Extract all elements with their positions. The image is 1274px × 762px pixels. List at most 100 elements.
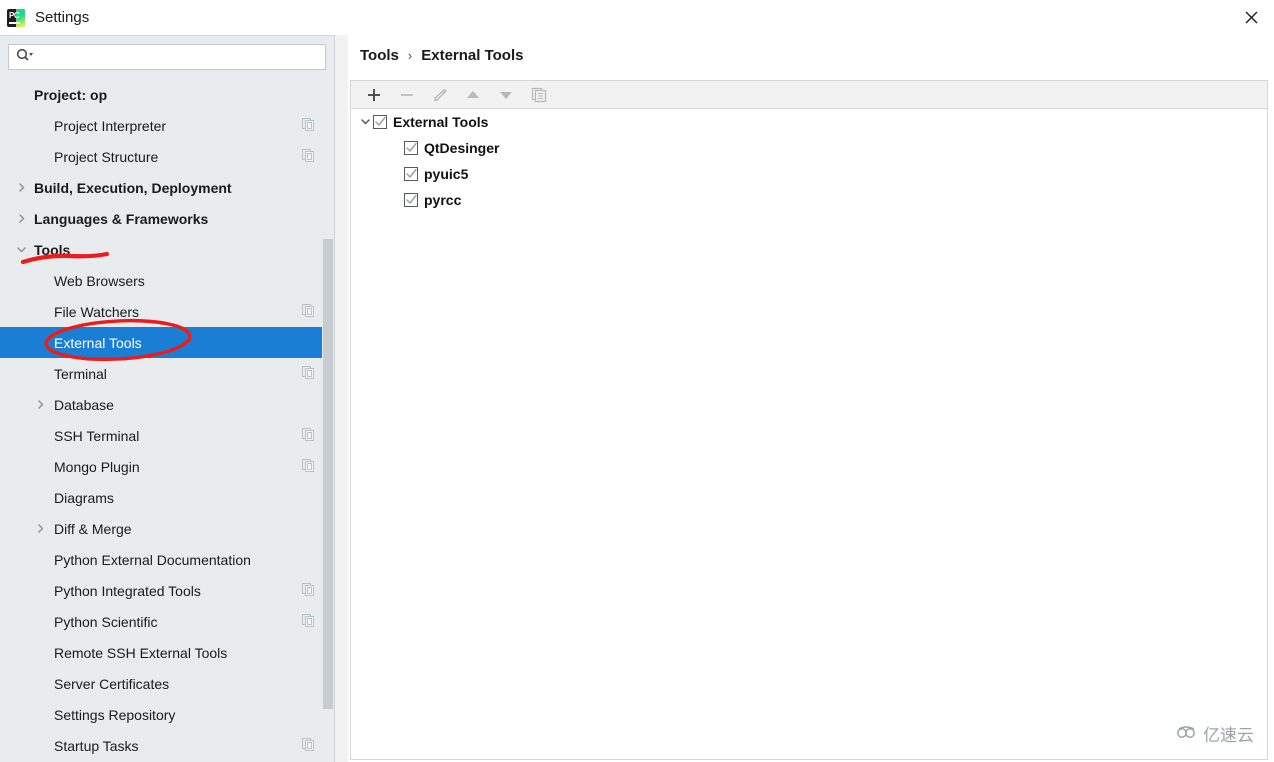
- breadcrumb-parent[interactable]: Tools: [360, 47, 399, 64]
- copy-settings-icon[interactable]: [302, 304, 314, 320]
- sidebar-item-label: Project Interpreter: [54, 118, 166, 134]
- sidebar-item-label: Diff & Merge: [54, 521, 132, 537]
- window-title: Settings: [35, 9, 89, 26]
- checkbox[interactable]: [373, 115, 387, 129]
- cloud-icon: [1176, 724, 1198, 744]
- sidebar-item-label: Python Scientific: [54, 614, 158, 630]
- sidebar-item-label: External Tools: [54, 335, 142, 351]
- copy-settings-icon[interactable]: [302, 459, 314, 475]
- tree-indent: [33, 584, 47, 598]
- add-button[interactable]: [359, 82, 389, 107]
- external-tools-toolbar: [350, 80, 1268, 109]
- close-icon[interactable]: [1228, 0, 1274, 35]
- tree-indent: [33, 305, 47, 319]
- sidebar-item-remote-ssh-external-tools[interactable]: Remote SSH External Tools: [0, 637, 334, 668]
- copy-settings-icon[interactable]: [302, 738, 314, 754]
- sidebar-item-label: Mongo Plugin: [54, 459, 140, 475]
- chevron-right-icon[interactable]: [33, 398, 47, 412]
- sidebar-item-label: Project Structure: [54, 149, 158, 165]
- sidebar-item-server-certificates[interactable]: Server Certificates: [0, 668, 334, 699]
- checkbox[interactable]: [404, 141, 418, 155]
- sidebar-item-label: Project: op: [34, 87, 107, 103]
- search-input[interactable]: [38, 46, 321, 68]
- sidebar-item-file-watchers[interactable]: File Watchers: [0, 296, 334, 327]
- chevron-right-icon[interactable]: [33, 522, 47, 536]
- tree-indent: [33, 460, 47, 474]
- panel-divider[interactable]: [334, 35, 348, 762]
- tree-indent: [33, 739, 47, 753]
- copy-settings-icon[interactable]: [302, 614, 314, 630]
- remove-button: [392, 82, 422, 107]
- sidebar-item-startup-tasks[interactable]: Startup Tasks: [0, 730, 334, 761]
- edit-button: [425, 82, 455, 107]
- copy-settings-icon[interactable]: [302, 366, 314, 382]
- settings-category-tree[interactable]: Project: op Project Interpreter Project St…: [0, 79, 334, 762]
- tools-tree-root-label: External Tools: [393, 114, 488, 130]
- sidebar-item-label: Tools: [34, 242, 70, 258]
- window-title-bar: PC Settings: [0, 0, 1274, 35]
- sidebar-item-diff-merge[interactable]: Diff & Merge: [0, 513, 334, 544]
- tools-tree-item[interactable]: QtDesinger: [351, 135, 1267, 161]
- sidebar-item-python-external-documentation[interactable]: Python External Documentation: [0, 544, 334, 575]
- sidebar-item-label: Server Certificates: [54, 676, 169, 692]
- checkbox[interactable]: [404, 167, 418, 181]
- sidebar-item-label: Build, Execution, Deployment: [34, 180, 232, 196]
- tools-tree-item[interactable]: pyuic5: [351, 161, 1267, 187]
- sidebar-item-web-browsers[interactable]: Web Browsers: [0, 265, 334, 296]
- chevron-right-icon[interactable]: [14, 212, 28, 226]
- sidebar-item-python-scientific[interactable]: Python Scientific: [0, 606, 334, 637]
- sidebar-scrollbar-track[interactable]: [322, 79, 334, 762]
- copy-settings-icon[interactable]: [302, 428, 314, 444]
- copy-settings-icon[interactable]: [302, 118, 314, 134]
- sidebar-item-diagrams[interactable]: Diagrams: [0, 482, 334, 513]
- sidebar-item-ssh-terminal[interactable]: SSH Terminal: [0, 420, 334, 451]
- tree-indent: [33, 708, 47, 722]
- tree-indent: [33, 677, 47, 691]
- tree-indent: [33, 491, 47, 505]
- tree-indent: [33, 150, 47, 164]
- copy-settings-icon[interactable]: [302, 149, 314, 165]
- sidebar-item-build-execution-deployment[interactable]: Build, Execution, Deployment: [0, 172, 334, 203]
- tree-indent: [33, 274, 47, 288]
- sidebar-item-database[interactable]: Database: [0, 389, 334, 420]
- sidebar-item-label: File Watchers: [54, 304, 139, 320]
- tree-indent: [14, 88, 28, 102]
- sidebar-item-label: Diagrams: [54, 490, 114, 506]
- external-tools-tree[interactable]: External Tools QtDesingerpyuic5 pyrcc: [350, 109, 1268, 760]
- tools-tree-item-label: pyrcc: [424, 192, 461, 208]
- sidebar-item-mongo-plugin[interactable]: Mongo Plugin: [0, 451, 334, 482]
- sidebar-scrollbar-thumb[interactable]: [323, 239, 333, 709]
- sidebar-item-label: Python External Documentation: [54, 552, 251, 568]
- sidebar-item-python-integrated-tools[interactable]: Python Integrated Tools: [0, 575, 334, 606]
- sidebar-item-tools[interactable]: Tools: [0, 234, 334, 265]
- tools-tree-item[interactable]: pyrcc: [351, 187, 1267, 213]
- sidebar-item-languages-frameworks[interactable]: Languages & Frameworks: [0, 203, 334, 234]
- tree-indent: [33, 119, 47, 133]
- tools-tree-root-row[interactable]: External Tools: [351, 109, 1267, 135]
- search-icon: [16, 48, 34, 67]
- sidebar-item-project-structure[interactable]: Project Structure: [0, 141, 334, 172]
- tree-indent: [33, 615, 47, 629]
- sidebar-item-project-interpreter[interactable]: Project Interpreter: [0, 110, 334, 141]
- pycharm-icon: PC: [7, 9, 25, 27]
- sidebar-item-external-tools[interactable]: External Tools: [0, 327, 334, 358]
- chevron-right-icon[interactable]: [14, 181, 28, 195]
- sidebar-item-project-op[interactable]: Project: op: [0, 79, 334, 110]
- tree-indent: [33, 553, 47, 567]
- sidebar-item-label: SSH Terminal: [54, 428, 139, 444]
- breadcrumb: Tools › External Tools: [360, 47, 523, 64]
- chevron-down-icon[interactable]: [357, 114, 373, 130]
- tree-indent: [33, 429, 47, 443]
- chevron-down-icon[interactable]: [14, 243, 28, 257]
- checkbox[interactable]: [404, 193, 418, 207]
- watermark: 亿速云: [1176, 721, 1254, 746]
- sidebar-item-label: Database: [54, 397, 114, 413]
- sidebar-item-terminal[interactable]: Terminal: [0, 358, 334, 389]
- copy-settings-icon[interactable]: [302, 583, 314, 599]
- settings-sidebar: Project: op Project Interpreter Project St…: [0, 35, 334, 762]
- external-tools-panel: Tools › External Tools External Tools QtD…: [348, 35, 1274, 762]
- breadcrumb-current: External Tools: [421, 47, 523, 64]
- sidebar-item-settings-repository[interactable]: Settings Repository: [0, 699, 334, 730]
- search-box[interactable]: [8, 44, 326, 70]
- tree-indent: [33, 367, 47, 381]
